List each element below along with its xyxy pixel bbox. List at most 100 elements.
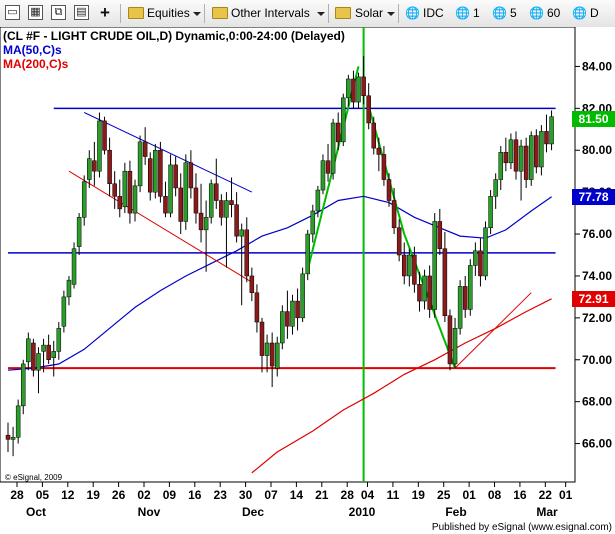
- chart-icon[interactable]: ▤: [74, 5, 89, 20]
- candle-down: [366, 95, 371, 124]
- window-icon[interactable]: ▭: [5, 5, 20, 20]
- x-tick-label: 28: [341, 488, 355, 502]
- y-tick-label: 84.00: [582, 59, 612, 73]
- interval-5-button[interactable]: 5: [510, 6, 517, 20]
- candle-up: [320, 160, 326, 191]
- candle-up: [20, 363, 26, 407]
- candle-down: [107, 149, 112, 185]
- interval-d-button[interactable]: D: [590, 6, 599, 20]
- x-tick-label: 05: [36, 488, 50, 502]
- candle-up: [346, 78, 351, 99]
- candle-down: [412, 254, 417, 285]
- candle-down: [117, 196, 123, 210]
- candle-down: [229, 200, 234, 205]
- y-tick-label: 76.00: [582, 227, 612, 241]
- other-intervals-menu[interactable]: Other Intervals: [231, 6, 310, 20]
- x-month-label: Feb: [445, 505, 466, 519]
- candle-up: [483, 227, 488, 277]
- candle-up: [518, 145, 524, 172]
- x-tick-label: 21: [315, 488, 329, 502]
- candle-up: [153, 149, 158, 193]
- candle-up: [122, 170, 128, 208]
- candle-up: [341, 97, 346, 143]
- price-chart[interactable]: 84.0082.0080.0078.0076.0074.0072.0070.00…: [0, 27, 615, 534]
- x-tick-label: 02: [137, 488, 151, 502]
- candle-down: [92, 160, 97, 172]
- candle-up: [356, 76, 361, 103]
- copyright-text: © eSignal, 2009: [5, 473, 63, 482]
- equities-menu[interactable]: Equities: [147, 6, 190, 20]
- candle-up: [137, 141, 143, 187]
- candle-up: [315, 189, 321, 212]
- candle-down: [46, 344, 51, 361]
- candle-down: [447, 315, 453, 365]
- candle-up: [97, 120, 102, 172]
- grid-icon[interactable]: ▦: [28, 5, 43, 20]
- candle-up: [56, 328, 62, 352]
- idc-button[interactable]: IDC: [423, 6, 444, 20]
- x-month-label: Oct: [26, 505, 46, 519]
- candle-up: [498, 152, 504, 180]
- chart-title: (CL #F - LIGHT CRUDE OIL,D) Dynamic,0:00…: [3, 29, 345, 43]
- candle-down: [325, 160, 331, 174]
- candle-down: [513, 139, 519, 172]
- folder-icon: [212, 7, 228, 19]
- x-tick-label: 16: [513, 488, 527, 502]
- candle-down: [214, 183, 219, 201]
- candle-down: [259, 321, 265, 356]
- globe-icon: 🌐: [492, 6, 507, 20]
- candle-up: [224, 200, 229, 218]
- x-tick-label: 19: [412, 488, 426, 502]
- candle-down: [244, 229, 250, 277]
- candle-down: [427, 275, 432, 310]
- candle-up: [61, 296, 67, 327]
- x-month-label: Mar: [536, 505, 558, 519]
- plot-area: [0, 27, 576, 483]
- globe-icon: 🌐: [529, 6, 544, 20]
- candle-down: [351, 78, 356, 103]
- candle-up: [457, 286, 463, 329]
- globe-icon: 🌐: [572, 6, 587, 20]
- candle-up: [330, 122, 336, 174]
- interval-60-button[interactable]: 60: [547, 6, 560, 20]
- copy-icon[interactable]: ⧉: [51, 5, 66, 20]
- x-month-label: Nov: [138, 505, 161, 519]
- candle-up: [71, 248, 77, 285]
- x-month-label: Dec: [242, 505, 264, 519]
- x-tick-label: 12: [61, 488, 75, 502]
- y-tick-label: 74.00: [582, 269, 612, 283]
- candle-down: [102, 120, 107, 151]
- candle-up: [432, 221, 437, 310]
- candle-up: [407, 254, 412, 277]
- x-tick-label: 28: [10, 488, 24, 502]
- solar-menu[interactable]: Solar: [355, 6, 383, 20]
- y-tick-label: 70.00: [582, 353, 612, 367]
- candle-up: [422, 275, 427, 302]
- globe-icon: 🌐: [405, 6, 420, 20]
- interval-1-button[interactable]: 1: [473, 6, 480, 20]
- candle-up: [183, 162, 189, 222]
- chevron-down-icon[interactable]: [317, 12, 325, 16]
- candle-down: [401, 254, 407, 277]
- candle-down: [295, 300, 300, 319]
- x-tick-label: 09: [163, 488, 177, 502]
- candle-down: [158, 149, 163, 197]
- x-tick-label: 16: [188, 488, 202, 502]
- candle-down: [503, 152, 509, 164]
- add-icon[interactable]: +: [100, 4, 110, 21]
- chevron-down-icon[interactable]: [387, 12, 395, 16]
- x-tick-label: 04: [361, 488, 375, 502]
- x-tick-label: 25: [437, 488, 451, 502]
- chevron-down-icon[interactable]: [193, 12, 201, 16]
- candle-down: [335, 122, 341, 143]
- candle-up: [203, 217, 209, 231]
- x-tick-label: 01: [559, 488, 573, 502]
- x-tick-label: 22: [539, 488, 553, 502]
- candle-down: [142, 141, 148, 157]
- candle-up: [310, 210, 316, 235]
- candle-down: [234, 204, 239, 237]
- x-tick-label: 08: [488, 488, 502, 502]
- candle-down: [219, 200, 224, 218]
- candle-down: [269, 342, 275, 367]
- y-tick-label: 80.00: [582, 143, 612, 157]
